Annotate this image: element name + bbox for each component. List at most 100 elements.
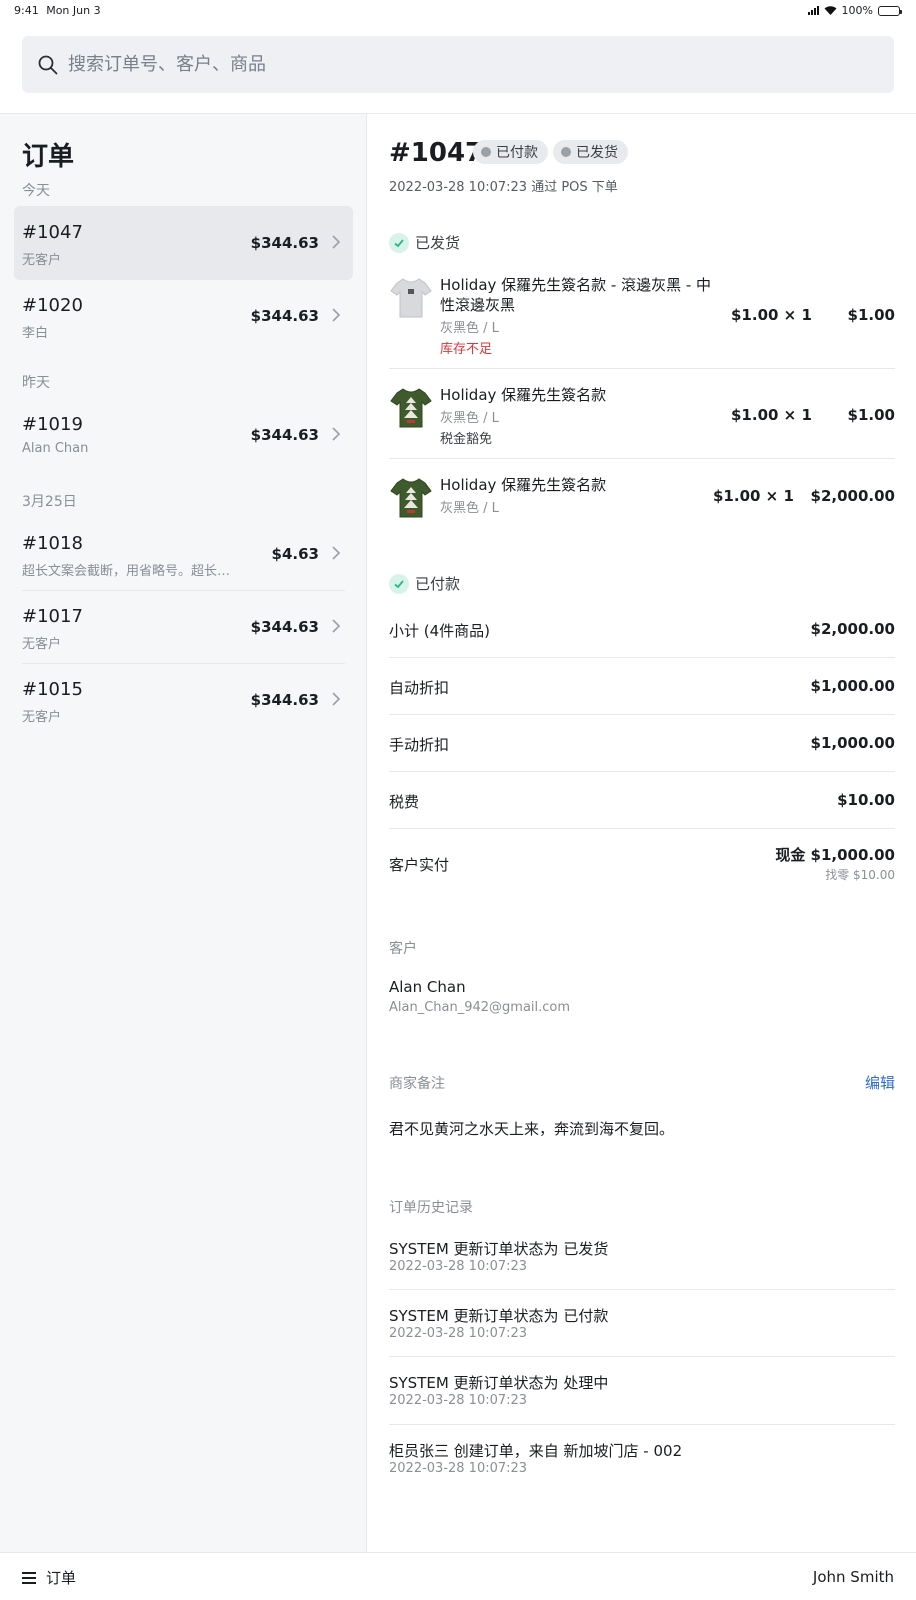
history-divider bbox=[389, 1424, 895, 1425]
shipped-section-header: 已发货 bbox=[389, 232, 460, 253]
edit-note-link[interactable]: 编辑 bbox=[865, 1072, 895, 1093]
status-time: 9:41 bbox=[14, 4, 39, 17]
battery-icon bbox=[878, 5, 902, 16]
item-total: $1.00 bbox=[847, 406, 895, 424]
order-number: #1018 bbox=[22, 533, 83, 554]
item-unit-qty: $1.00 × 1 bbox=[731, 306, 812, 324]
order-row-1047[interactable]: #1047 无客户 $344.63 bbox=[14, 206, 353, 280]
summary-divider bbox=[389, 714, 895, 715]
order-customer: 超长文案会截断，用省略号。超长文案... bbox=[22, 564, 242, 579]
tshirt-thumbnail-icon bbox=[390, 478, 432, 518]
item-total: $2,000.00 bbox=[810, 487, 895, 505]
order-number: #1047 bbox=[22, 222, 83, 243]
customer-name[interactable]: Alan Chan bbox=[389, 978, 466, 996]
group-label-yesterday: 昨天 bbox=[22, 375, 50, 391]
order-title: #1047 bbox=[389, 138, 484, 168]
history-entry-title: SYSTEM 更新订单状态为 已付款 bbox=[389, 1307, 609, 1325]
order-amount: $344.63 bbox=[250, 426, 319, 444]
chevron-right-icon bbox=[332, 427, 341, 441]
menu-label: 订单 bbox=[46, 1569, 77, 1587]
history-divider bbox=[389, 1289, 895, 1290]
chevron-right-icon bbox=[332, 546, 341, 560]
item-unit-qty: $1.00 × 1 bbox=[731, 406, 812, 424]
order-number: #1019 bbox=[22, 414, 83, 435]
order-amount: $4.63 bbox=[271, 545, 319, 563]
order-customer: 无客户 bbox=[22, 637, 62, 652]
search-input[interactable] bbox=[68, 54, 828, 75]
history-divider bbox=[389, 1356, 895, 1357]
chevron-right-icon bbox=[332, 619, 341, 633]
search-bar[interactable] bbox=[22, 36, 894, 93]
item-variant: 灰黑色 / L bbox=[440, 321, 499, 336]
order-row-1020[interactable]: #1020 李白 $344.63 bbox=[14, 279, 353, 353]
change-amount: 找零 $10.00 bbox=[825, 868, 895, 882]
history-entry-title: SYSTEM 更新订单状态为 已发货 bbox=[389, 1240, 609, 1258]
sidebar-title: 订单 bbox=[22, 142, 75, 172]
order-amount: $344.63 bbox=[250, 307, 319, 325]
check-circle-icon bbox=[389, 573, 409, 594]
history-entry-title: SYSTEM 更新订单状态为 处理中 bbox=[389, 1374, 609, 1392]
item-stock-warning: 库存不足 bbox=[440, 342, 493, 357]
item-name: Holiday 保羅先生簽名款 - 滾邊灰黑 - 中性滾邊灰黑 bbox=[440, 276, 712, 314]
customer-label: 客户 bbox=[389, 941, 417, 957]
order-row-1019[interactable]: #1019 Alan Chan $344.63 bbox=[14, 398, 353, 472]
history-entry-time: 2022-03-28 10:07:23 bbox=[389, 1259, 528, 1274]
summary-divider bbox=[389, 771, 895, 772]
search-icon bbox=[38, 55, 58, 74]
item-tax-exempt: 税金豁免 bbox=[440, 432, 493, 447]
history-entry-time: 2022-03-28 10:07:23 bbox=[389, 1393, 528, 1408]
status-dot-icon bbox=[561, 147, 571, 157]
item-name: Holiday 保羅先生簽名款 bbox=[440, 386, 607, 404]
item-variant: 灰黑色 / L bbox=[440, 501, 499, 516]
history-entry-time: 2022-03-28 10:07:23 bbox=[389, 1326, 528, 1341]
order-customer: Alan Chan bbox=[22, 441, 89, 456]
item-divider bbox=[389, 458, 895, 459]
order-number: #1020 bbox=[22, 295, 83, 316]
order-amount: $344.63 bbox=[250, 234, 319, 252]
order-customer: 无客户 bbox=[22, 710, 62, 725]
order-number: #1017 bbox=[22, 606, 83, 627]
order-list-sidebar: 订单 今天 #1047 无客户 $344.63 #1020 李白 $344.63… bbox=[0, 114, 367, 1552]
order-amount: $344.63 bbox=[250, 691, 319, 709]
summary-divider bbox=[389, 828, 895, 829]
order-row-1017[interactable]: #1017 无客户 $344.63 bbox=[14, 590, 353, 664]
check-circle-icon bbox=[389, 232, 409, 253]
bottom-bar: 订单 John Smith bbox=[0, 1552, 916, 1600]
order-customer: 李白 bbox=[22, 326, 49, 341]
paid-section-header: 已付款 bbox=[389, 573, 460, 594]
summary-divider bbox=[389, 657, 895, 658]
merchant-note-label: 商家备注 bbox=[389, 1076, 445, 1092]
chevron-right-icon bbox=[332, 235, 341, 249]
status-badge-paid: 已付款 bbox=[473, 140, 548, 164]
chevron-right-icon bbox=[332, 692, 341, 706]
status-badge-shipped: 已发货 bbox=[553, 140, 628, 164]
item-name: Holiday 保羅先生簽名款 bbox=[440, 476, 607, 494]
status-dot-icon bbox=[481, 147, 491, 157]
tshirt-thumbnail-icon bbox=[390, 278, 432, 318]
order-amount: $344.63 bbox=[250, 618, 319, 636]
item-divider bbox=[389, 368, 895, 369]
order-customer: 无客户 bbox=[22, 253, 62, 268]
order-meta: 2022-03-28 10:07:23 通过 POS 下单 bbox=[389, 180, 618, 195]
battery-percent: 100% bbox=[841, 4, 873, 17]
history-entry-time: 2022-03-28 10:07:23 bbox=[389, 1461, 528, 1476]
customer-email: Alan_Chan_942@gmail.com bbox=[389, 1000, 571, 1015]
group-label-today: 今天 bbox=[22, 183, 50, 199]
item-total: $1.00 bbox=[847, 306, 895, 324]
item-variant: 灰黑色 / L bbox=[440, 411, 499, 426]
current-user[interactable]: John Smith bbox=[813, 1568, 894, 1586]
order-number: #1015 bbox=[22, 679, 83, 700]
order-history-label: 订单历史记录 bbox=[389, 1200, 473, 1216]
chevron-right-icon bbox=[332, 308, 341, 322]
order-row-1018[interactable]: #1018 超长文案会截断，用省略号。超长文案... $4.63 bbox=[14, 517, 353, 591]
hamburger-menu-icon bbox=[22, 1571, 36, 1584]
tshirt-thumbnail-icon bbox=[390, 388, 432, 428]
item-unit-qty: $1.00 × 1 bbox=[713, 487, 794, 505]
cellular-signal-icon bbox=[807, 6, 819, 15]
orders-menu-button[interactable]: 订单 bbox=[22, 1567, 76, 1588]
order-row-1015[interactable]: #1015 无客户 $344.63 bbox=[14, 663, 353, 737]
wifi-icon bbox=[824, 6, 837, 15]
history-entry-title: 柜员张三 创建订单，来自 新加坡门店 - 002 bbox=[389, 1442, 683, 1460]
merchant-note-text: 君不见黄河之水天上来，奔流到海不复回。 bbox=[389, 1120, 675, 1138]
status-date: Mon Jun 3 bbox=[46, 4, 101, 17]
